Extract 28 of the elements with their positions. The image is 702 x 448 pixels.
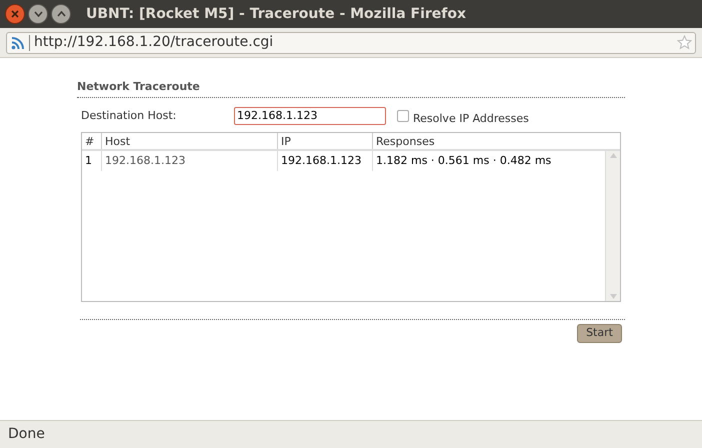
rss-icon [11, 36, 25, 50]
address-field[interactable]: http://192.168.1.20/traceroute.cgi [6, 32, 696, 54]
star-icon[interactable] [677, 35, 692, 50]
start-button[interactable]: Start [577, 324, 622, 343]
close-button[interactable] [5, 4, 25, 24]
column-header: Responses [372, 133, 620, 149]
table-cell: 192.168.1.123 [101, 151, 277, 171]
destination-field[interactable]: 192.168.1.123 [234, 107, 386, 125]
table-cell: 192.168.1.123 [277, 151, 372, 171]
url-text: http://192.168.1.20/traceroute.cgi [34, 33, 274, 52]
resolve-checkbox[interactable] [397, 110, 409, 122]
resolve-label: Resolve IP Addresses [413, 110, 529, 127]
column-header: Host [101, 133, 277, 149]
minimize-button[interactable] [28, 4, 48, 24]
table-cell-text: 1 [84, 153, 93, 169]
column-header: IP [277, 133, 372, 149]
column-header: # [84, 134, 96, 149]
section-title: Network Traceroute [77, 80, 201, 94]
close-icon [11, 10, 19, 18]
status-text: Done [8, 425, 45, 444]
scroll-down-icon[interactable] [610, 294, 616, 299]
chevron-up-icon [56, 11, 66, 17]
destination-label: Destination Host: [81, 108, 178, 124]
chevron-down-icon [34, 11, 42, 17]
scrollbar[interactable] [605, 151, 620, 301]
maximize-button[interactable] [51, 4, 71, 24]
scroll-up-icon[interactable] [610, 153, 616, 158]
window-title: UBNT: [Rocket M5] - Traceroute - Mozilla Firefox [86, 4, 466, 24]
